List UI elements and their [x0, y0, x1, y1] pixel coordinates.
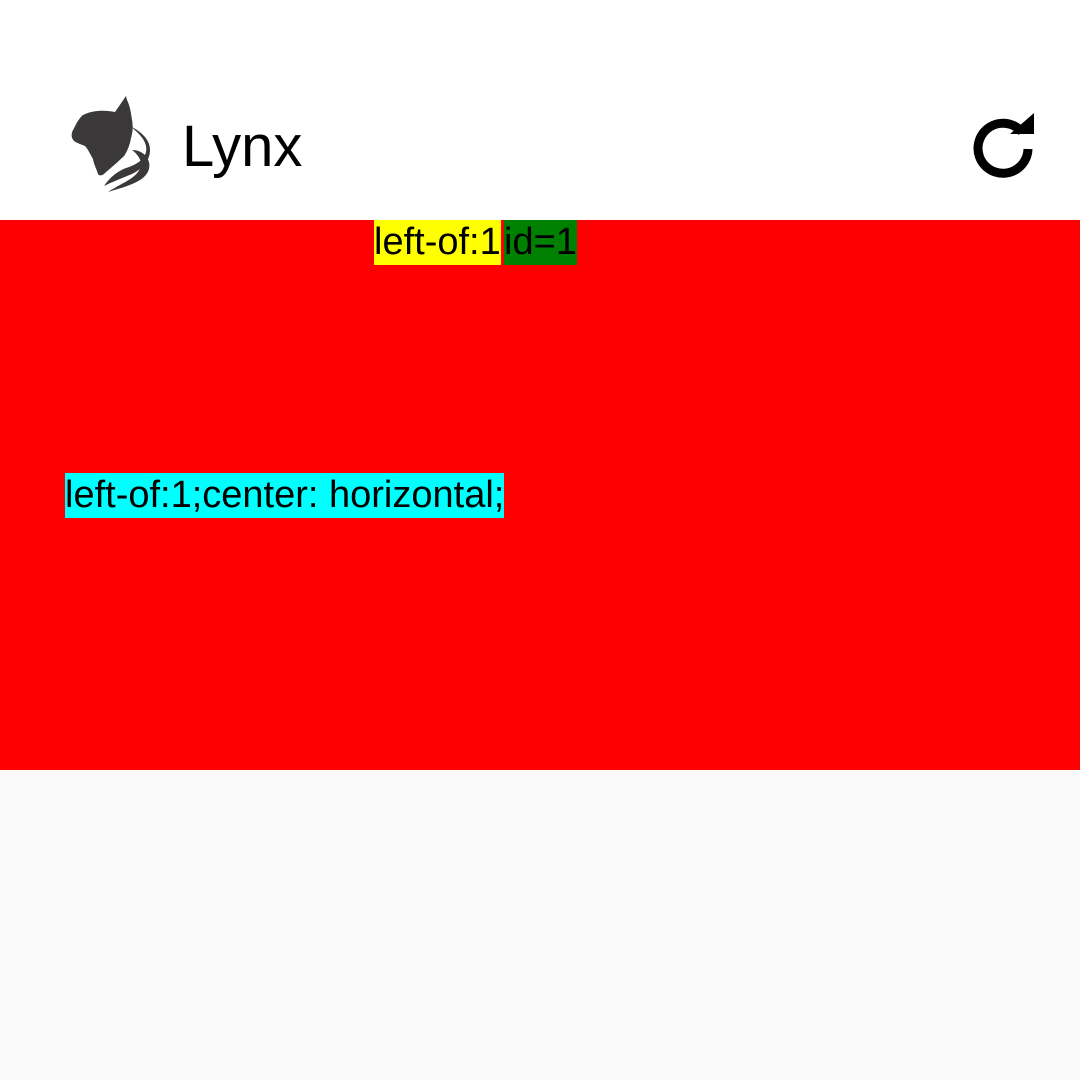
lynx-logo-icon [71, 96, 150, 192]
id-1-label: id=1 [504, 220, 577, 265]
empty-bottom-area [0, 770, 1080, 1080]
left-of-center-horizontal-label: left-of:1;center: horizontal; [65, 473, 505, 518]
app-root: Lynx left-of:1 id=1 left-of:1;center: ho… [0, 0, 1080, 1080]
layout-canvas: left-of:1 id=1 left-of:1;center: horizon… [0, 220, 1080, 770]
refresh-icon[interactable] [966, 108, 1040, 182]
left-of-1-label: left-of:1 [374, 220, 501, 265]
app-header: Lynx [0, 0, 1080, 220]
app-title: Lynx [182, 114, 303, 179]
